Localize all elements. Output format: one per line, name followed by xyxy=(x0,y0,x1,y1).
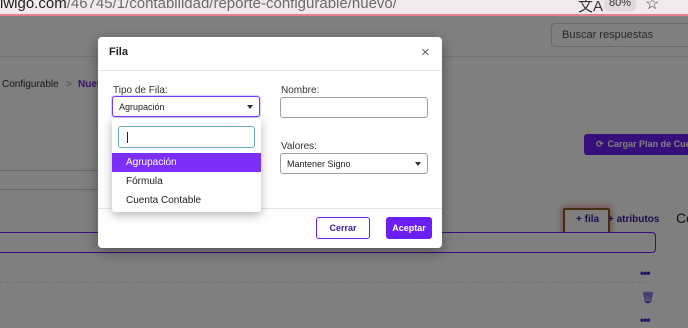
close-icon[interactable]: × xyxy=(421,45,430,60)
accept-button[interactable]: Aceptar xyxy=(386,217,432,239)
name-label: Nombre: xyxy=(281,85,320,96)
dropdown-option[interactable]: Cuenta Contable xyxy=(112,191,261,210)
row-type-label: Tipo de Fila: xyxy=(113,85,168,96)
zoom-badge[interactable]: 80% xyxy=(604,0,636,11)
modal-header-divider xyxy=(98,70,442,71)
text-cursor xyxy=(127,132,128,143)
cancel-button[interactable]: Cerrar xyxy=(316,217,370,239)
row-type-value: Agrupación xyxy=(119,102,165,112)
row-type-select[interactable]: Agrupación xyxy=(112,96,260,117)
values-value: Mantener Signo xyxy=(287,159,351,169)
dropdown-search-input[interactable] xyxy=(118,126,255,148)
chevron-down-icon xyxy=(415,162,421,166)
address-bar[interactable]: iwigo.com/46745/1/contabilidad/reporte-c… xyxy=(0,0,688,14)
bookmark-star-icon[interactable]: ☆ xyxy=(645,0,659,14)
values-label: Valores: xyxy=(281,141,317,152)
url-host: iwigo.com xyxy=(0,0,67,12)
values-select[interactable]: Mantener Signo xyxy=(280,153,428,174)
name-input[interactable] xyxy=(280,97,428,118)
translate-icon[interactable]: 文A xyxy=(578,0,603,14)
url-path: /46745/1/contabilidad/reporte-configurab… xyxy=(66,0,397,12)
dropdown-option[interactable]: Agrupación xyxy=(112,153,261,172)
url-text[interactable]: iwigo.com/46745/1/contabilidad/reporte-c… xyxy=(0,0,397,12)
dropdown-option[interactable]: Fórmula xyxy=(112,172,261,191)
modal-title: Fila xyxy=(109,46,128,58)
chevron-down-icon xyxy=(247,105,253,109)
row-type-dropdown: Agrupación Fórmula Cuenta Contable xyxy=(112,118,261,212)
